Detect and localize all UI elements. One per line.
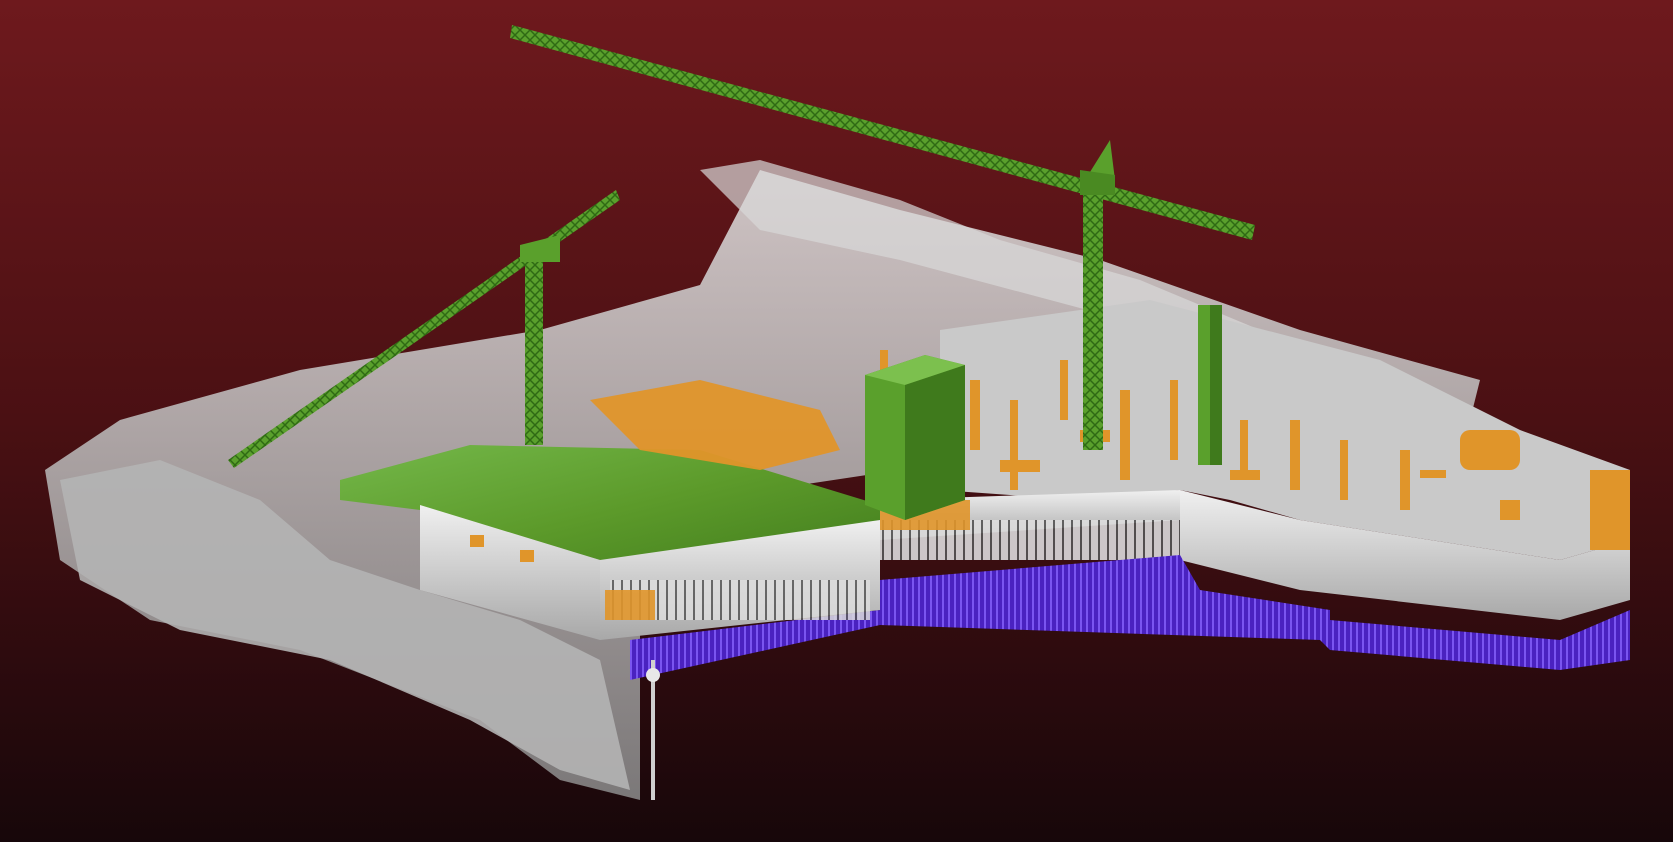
stair-core: [1198, 305, 1222, 465]
core-tower: [865, 355, 965, 520]
point-cloud-viewport[interactable]: [0, 0, 1673, 842]
point-cloud-render[interactable]: [0, 0, 1673, 842]
light-pole: [646, 660, 660, 800]
